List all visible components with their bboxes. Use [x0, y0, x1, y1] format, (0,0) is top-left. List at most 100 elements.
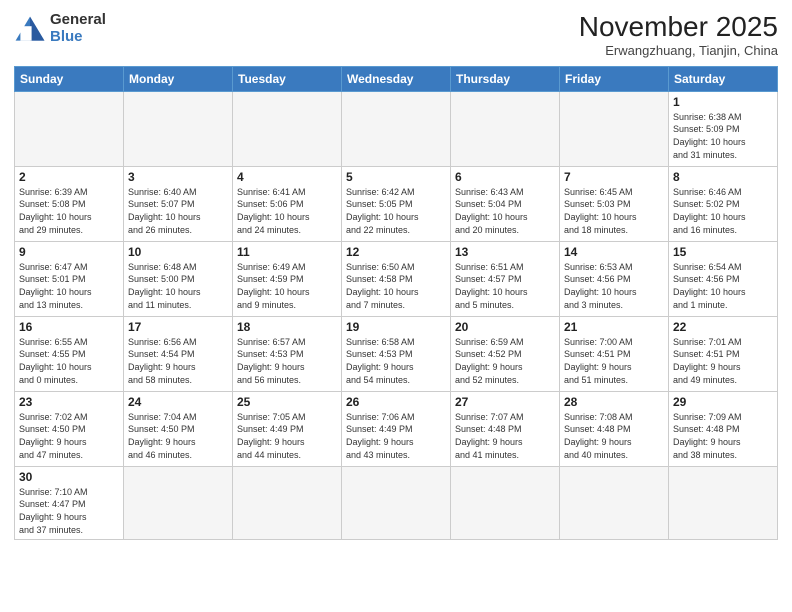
day-number: 30: [19, 470, 119, 484]
table-row: 7 Sunrise: 6:45 AM Sunset: 5:03 PM Daylig…: [560, 166, 669, 241]
day-number: 2: [19, 170, 119, 184]
day-info: Sunrise: 6:41 AM Sunset: 5:06 PM Dayligh…: [237, 186, 337, 236]
day-info: Sunrise: 7:08 AM Sunset: 4:48 PM Dayligh…: [564, 411, 664, 461]
page: General Blue November 2025 Erwangzhuang,…: [0, 0, 792, 612]
day-number: 3: [128, 170, 228, 184]
day-number: 11: [237, 245, 337, 259]
day-info: Sunrise: 7:01 AM Sunset: 4:51 PM Dayligh…: [673, 336, 773, 386]
table-row: 8Sunrise: 6:46 AM Sunset: 5:02 PM Daylig…: [669, 166, 778, 241]
day-info: Sunrise: 6:45 AM Sunset: 5:03 PM Dayligh…: [564, 186, 664, 236]
table-row: 4Sunrise: 6:41 AM Sunset: 5:06 PM Daylig…: [233, 166, 342, 241]
day-info: Sunrise: 7:09 AM Sunset: 4:48 PM Dayligh…: [673, 411, 773, 461]
table-row: [15, 91, 124, 166]
table-row: 2 Sunrise: 6:39 AM Sunset: 5:08 PM Daylig…: [15, 166, 124, 241]
day-number: 1: [673, 95, 773, 109]
table-row: 5 Sunrise: 6:42 AM Sunset: 5:05 PM Daylig…: [342, 166, 451, 241]
header-thursday: Thursday: [451, 66, 560, 91]
day-info: Sunrise: 7:06 AM Sunset: 4:49 PM Dayligh…: [346, 411, 446, 461]
table-row: 20 Sunrise: 6:59 AM Sunset: 4:52 PM Dayli…: [451, 316, 560, 391]
day-number: 23: [19, 395, 119, 409]
table-row: 13Sunrise: 6:51 AM Sunset: 4:57 PM Dayli…: [451, 241, 560, 316]
table-row: [342, 91, 451, 166]
month-title: November 2025: [579, 12, 778, 43]
title-block: November 2025 Erwangzhuang, Tianjin, Chi…: [579, 12, 778, 58]
table-row: 28 Sunrise: 7:08 AM Sunset: 4:48 PM Dayli…: [560, 391, 669, 466]
day-info: Sunrise: 7:10 AM Sunset: 4:47 PM Dayligh…: [19, 486, 119, 536]
day-info: Sunrise: 7:05 AM Sunset: 4:49 PM Dayligh…: [237, 411, 337, 461]
table-row: 1 Sunrise: 6:38 AM Sunset: 5:09 PM Daylig…: [669, 91, 778, 166]
day-number: 7: [564, 170, 664, 184]
weekday-header-row: Sunday Monday Tuesday Wednesday Thursday…: [15, 66, 778, 91]
table-row: 16 Sunrise: 6:55 AM Sunset: 4:55 PM Dayli…: [15, 316, 124, 391]
table-row: [233, 91, 342, 166]
table-row: 9 Sunrise: 6:47 AM Sunset: 5:01 PM Daylig…: [15, 241, 124, 316]
day-number: 20: [455, 320, 555, 334]
table-row: [124, 91, 233, 166]
day-info: Sunrise: 6:59 AM Sunset: 4:52 PM Dayligh…: [455, 336, 555, 386]
day-info: Sunrise: 7:04 AM Sunset: 4:50 PM Dayligh…: [128, 411, 228, 461]
header-saturday: Saturday: [669, 66, 778, 91]
day-info: Sunrise: 6:42 AM Sunset: 5:05 PM Dayligh…: [346, 186, 446, 236]
table-row: 3Sunrise: 6:40 AM Sunset: 5:07 PM Daylig…: [124, 166, 233, 241]
table-row: [451, 466, 560, 539]
day-number: 6: [455, 170, 555, 184]
day-number: 14: [564, 245, 664, 259]
table-row: 6 Sunrise: 6:43 AM Sunset: 5:04 PM Daylig…: [451, 166, 560, 241]
logo-icon: [14, 15, 46, 43]
header-sunday: Sunday: [15, 66, 124, 91]
day-info: Sunrise: 6:51 AM Sunset: 4:57 PM Dayligh…: [455, 261, 555, 311]
day-number: 12: [346, 245, 446, 259]
table-row: [342, 466, 451, 539]
day-number: 16: [19, 320, 119, 334]
day-number: 22: [673, 320, 773, 334]
header: General Blue November 2025 Erwangzhuang,…: [14, 12, 778, 58]
table-row: 29 Sunrise: 7:09 AM Sunset: 4:48 PM Dayli…: [669, 391, 778, 466]
day-number: 19: [346, 320, 446, 334]
header-tuesday: Tuesday: [233, 66, 342, 91]
day-info: Sunrise: 6:55 AM Sunset: 4:55 PM Dayligh…: [19, 336, 119, 386]
day-number: 9: [19, 245, 119, 259]
day-info: Sunrise: 6:54 AM Sunset: 4:56 PM Dayligh…: [673, 261, 773, 311]
table-row: 11Sunrise: 6:49 AM Sunset: 4:59 PM Dayli…: [233, 241, 342, 316]
table-row: 27Sunrise: 7:07 AM Sunset: 4:48 PM Dayli…: [451, 391, 560, 466]
table-row: [560, 466, 669, 539]
day-info: Sunrise: 6:47 AM Sunset: 5:01 PM Dayligh…: [19, 261, 119, 311]
calendar: Sunday Monday Tuesday Wednesday Thursday…: [14, 66, 778, 540]
day-number: 21: [564, 320, 664, 334]
table-row: 15Sunrise: 6:54 AM Sunset: 4:56 PM Dayli…: [669, 241, 778, 316]
table-row: 12 Sunrise: 6:50 AM Sunset: 4:58 PM Dayli…: [342, 241, 451, 316]
table-row: 26 Sunrise: 7:06 AM Sunset: 4:49 PM Dayli…: [342, 391, 451, 466]
day-info: Sunrise: 6:39 AM Sunset: 5:08 PM Dayligh…: [19, 186, 119, 236]
day-number: 29: [673, 395, 773, 409]
table-row: 30 Sunrise: 7:10 AM Sunset: 4:47 PM Dayli…: [15, 466, 124, 539]
logo-blue: Blue: [50, 28, 83, 45]
day-info: Sunrise: 7:00 AM Sunset: 4:51 PM Dayligh…: [564, 336, 664, 386]
logo: General Blue: [14, 12, 106, 45]
table-row: 24 Sunrise: 7:04 AM Sunset: 4:50 PM Dayli…: [124, 391, 233, 466]
header-wednesday: Wednesday: [342, 66, 451, 91]
table-row: [451, 91, 560, 166]
day-info: Sunrise: 6:46 AM Sunset: 5:02 PM Dayligh…: [673, 186, 773, 236]
day-info: Sunrise: 6:43 AM Sunset: 5:04 PM Dayligh…: [455, 186, 555, 236]
table-row: 22 Sunrise: 7:01 AM Sunset: 4:51 PM Dayli…: [669, 316, 778, 391]
day-number: 24: [128, 395, 228, 409]
day-number: 28: [564, 395, 664, 409]
day-number: 26: [346, 395, 446, 409]
table-row: [233, 466, 342, 539]
table-row: 10Sunrise: 6:48 AM Sunset: 5:00 PM Dayli…: [124, 241, 233, 316]
logo-text: General Blue: [50, 12, 106, 45]
day-info: Sunrise: 7:07 AM Sunset: 4:48 PM Dayligh…: [455, 411, 555, 461]
table-row: 18Sunrise: 6:57 AM Sunset: 4:53 PM Dayli…: [233, 316, 342, 391]
header-monday: Monday: [124, 66, 233, 91]
day-number: 5: [346, 170, 446, 184]
day-info: Sunrise: 6:53 AM Sunset: 4:56 PM Dayligh…: [564, 261, 664, 311]
header-friday: Friday: [560, 66, 669, 91]
table-row: 17Sunrise: 6:56 AM Sunset: 4:54 PM Dayli…: [124, 316, 233, 391]
day-info: Sunrise: 7:02 AM Sunset: 4:50 PM Dayligh…: [19, 411, 119, 461]
day-info: Sunrise: 6:57 AM Sunset: 4:53 PM Dayligh…: [237, 336, 337, 386]
day-number: 25: [237, 395, 337, 409]
table-row: [560, 91, 669, 166]
day-info: Sunrise: 6:38 AM Sunset: 5:09 PM Dayligh…: [673, 111, 773, 161]
day-info: Sunrise: 6:50 AM Sunset: 4:58 PM Dayligh…: [346, 261, 446, 311]
table-row: 21 Sunrise: 7:00 AM Sunset: 4:51 PM Dayli…: [560, 316, 669, 391]
